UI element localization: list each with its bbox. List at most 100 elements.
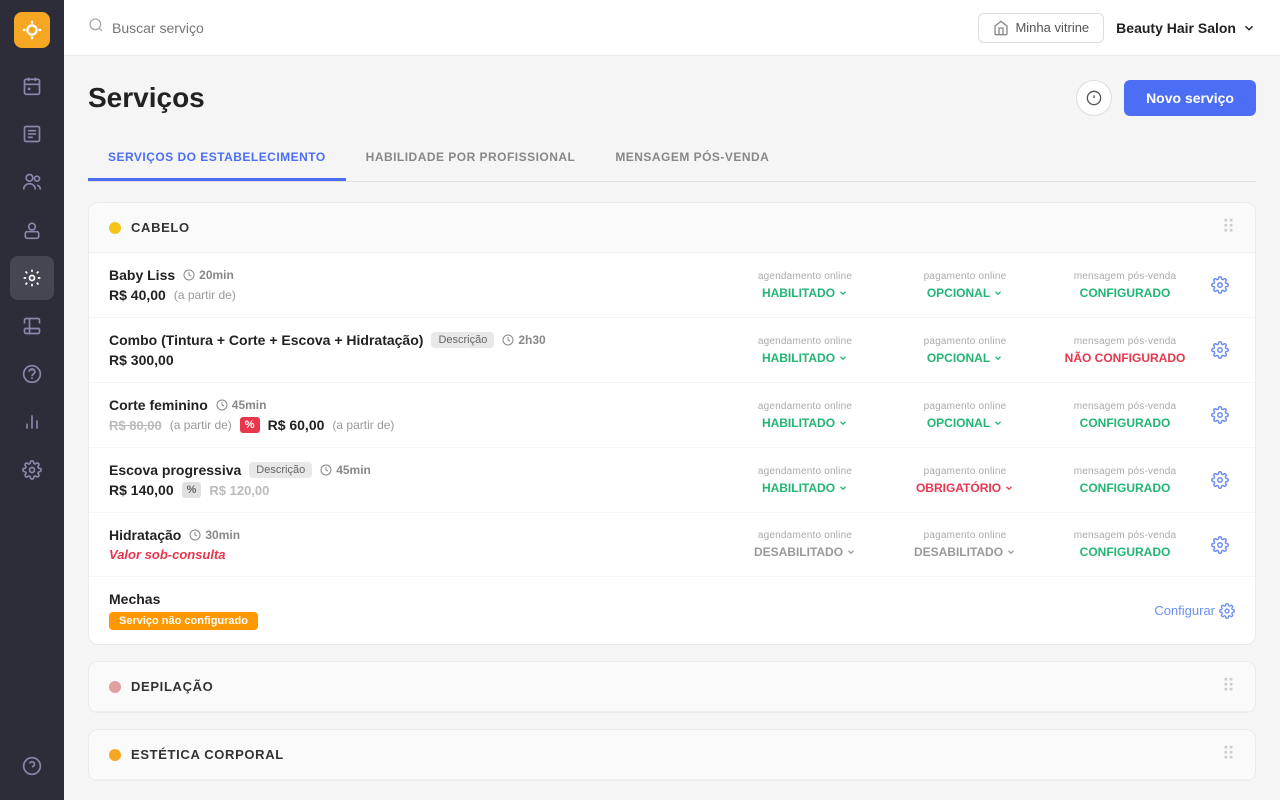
- meta-pagamento-hidratacao: pagamento online DESABILITADO: [885, 530, 1045, 559]
- service-name-baby-liss: Baby Liss 20min: [109, 267, 725, 283]
- service-meta-combo: agendamento online HABILITADO pagamento …: [725, 336, 1205, 365]
- agendamento-value-corte-feminino[interactable]: HABILITADO: [725, 416, 885, 430]
- category-title-estetica: ESTÉTICA CORPORAL: [109, 747, 284, 762]
- pagamento-value-combo[interactable]: OPCIONAL: [885, 351, 1045, 365]
- service-left-mechas: Mechas Serviço não configurado: [109, 591, 632, 630]
- category-card-depilacao: DEPILAÇÃO ⠿: [88, 661, 1256, 713]
- tab-mensagem[interactable]: MENSAGEM PÓS-VENDA: [595, 136, 789, 181]
- logo[interactable]: [14, 12, 50, 48]
- percent-badge-escova: %: [182, 482, 202, 498]
- category-header-cabelo: CABELO ⠿: [89, 203, 1255, 253]
- sidebar: [0, 0, 64, 800]
- service-row-baby-liss: Baby Liss 20min R$ 40,00 (a partir de) a…: [89, 253, 1255, 318]
- page-header: Serviços Novo serviço: [88, 56, 1256, 136]
- service-name-mechas: Mechas: [109, 591, 632, 607]
- tabs: SERVIÇOS DO ESTABELECIMENTO HABILIDADE P…: [88, 136, 1256, 182]
- not-configured-badge-mechas: Serviço não configurado: [109, 607, 632, 630]
- service-price-hidratacao: Valor sob-consulta: [109, 547, 725, 562]
- service-name-hidratacao: Hidratação 30min: [109, 527, 725, 543]
- drag-handle-cabelo[interactable]: ⠿: [1222, 217, 1235, 238]
- pagamento-value-escova-progressiva[interactable]: OBRIGATÓRIO: [885, 481, 1045, 495]
- gear-button-baby-liss[interactable]: [1205, 270, 1235, 300]
- mensagem-value-baby-liss: CONFIGURADO: [1045, 286, 1205, 300]
- sidebar-item-stats[interactable]: [10, 400, 54, 444]
- service-duration-corte-feminino: 45min: [216, 398, 267, 412]
- service-meta-hidratacao: agendamento online DESABILITADO pagament…: [725, 530, 1205, 559]
- sidebar-item-settings[interactable]: [10, 448, 54, 492]
- gear-button-hidratacao[interactable]: [1205, 530, 1235, 560]
- vitrine-button[interactable]: Minha vitrine: [978, 13, 1104, 43]
- meta-agendamento-corte-feminino: agendamento online HABILITADO: [725, 401, 885, 430]
- topbar-right: Minha vitrine Beauty Hair Salon: [978, 13, 1256, 43]
- service-row-mechas: Mechas Serviço não configurado Configura…: [89, 577, 1255, 644]
- mensagem-value-corte-feminino: CONFIGURADO: [1045, 416, 1205, 430]
- meta-agendamento-hidratacao: agendamento online DESABILITADO: [725, 530, 885, 559]
- category-dot-estetica: [109, 749, 121, 761]
- sidebar-item-calendar[interactable]: [10, 64, 54, 108]
- meta-pagamento-baby-liss: pagamento online OPCIONAL: [885, 271, 1045, 300]
- main-content: Minha vitrine Beauty Hair Salon Serviços…: [64, 0, 1280, 800]
- search-icon: [88, 17, 104, 38]
- sidebar-item-financial[interactable]: [10, 352, 54, 396]
- gear-button-combo[interactable]: [1205, 335, 1235, 365]
- service-duration-hidratacao: 30min: [189, 528, 240, 542]
- search-wrap: [88, 17, 966, 38]
- topbar: Minha vitrine Beauty Hair Salon: [64, 0, 1280, 56]
- vitrine-label: Minha vitrine: [1015, 20, 1089, 35]
- pagamento-value-baby-liss[interactable]: OPCIONAL: [885, 286, 1045, 300]
- meta-mensagem-combo: mensagem pós-venda NÃO CONFIGURADO: [1045, 336, 1205, 365]
- salon-name[interactable]: Beauty Hair Salon: [1116, 20, 1256, 36]
- drag-handle-depilacao[interactable]: ⠿: [1222, 676, 1235, 697]
- tab-servicos[interactable]: SERVIÇOS DO ESTABELECIMENTO: [88, 136, 346, 181]
- category-dot-depilacao: [109, 681, 121, 693]
- page: Serviços Novo serviço SERVIÇOS DO ESTABE…: [64, 56, 1280, 800]
- service-left-combo: Combo (Tintura + Corte + Escova + Hidrat…: [109, 332, 725, 368]
- service-left-baby-liss: Baby Liss 20min R$ 40,00 (a partir de): [109, 267, 725, 303]
- desc-badge-escova[interactable]: Descrição: [249, 462, 312, 478]
- sidebar-item-reports[interactable]: [10, 112, 54, 156]
- agendamento-value-baby-liss[interactable]: HABILITADO: [725, 286, 885, 300]
- agendamento-value-escova-progressiva[interactable]: HABILITADO: [725, 481, 885, 495]
- pagamento-value-hidratacao[interactable]: DESABILITADO: [885, 545, 1045, 559]
- drag-handle-estetica[interactable]: ⠿: [1222, 744, 1235, 765]
- service-price-escova-progressiva: R$ 140,00 % R$ 120,00: [109, 482, 725, 498]
- info-button[interactable]: [1076, 80, 1112, 116]
- category-card-cabelo: CABELO ⠿ Baby Liss 20min R$ 40,00: [88, 202, 1256, 645]
- sidebar-item-clients[interactable]: [10, 160, 54, 204]
- service-left-hidratacao: Hidratação 30min Valor sob-consulta: [109, 527, 725, 562]
- category-name-depilacao: DEPILAÇÃO: [131, 679, 213, 694]
- agendamento-value-combo[interactable]: HABILITADO: [725, 351, 885, 365]
- service-left-corte-feminino: Corte feminino 45min R$ 80,00 (a partir …: [109, 397, 725, 433]
- service-price-baby-liss: R$ 40,00 (a partir de): [109, 287, 725, 303]
- meta-mensagem-escova-progressiva: mensagem pós-venda CONFIGURADO: [1045, 466, 1205, 495]
- tab-habilidade[interactable]: HABILIDADE POR PROFISSIONAL: [346, 136, 596, 181]
- salon-name-text: Beauty Hair Salon: [1116, 20, 1236, 36]
- gear-button-escova-progressiva[interactable]: [1205, 465, 1235, 495]
- configurar-link-mechas[interactable]: Configurar: [1154, 603, 1235, 619]
- sidebar-item-services[interactable]: [10, 256, 54, 300]
- novo-servico-button[interactable]: Novo serviço: [1124, 80, 1256, 116]
- gear-button-corte-feminino[interactable]: [1205, 400, 1235, 430]
- pagamento-value-corte-feminino[interactable]: OPCIONAL: [885, 416, 1045, 430]
- mensagem-value-combo: NÃO CONFIGURADO: [1045, 351, 1205, 365]
- category-card-estetica: ESTÉTICA CORPORAL ⠿: [88, 729, 1256, 781]
- category-title-cabelo: CABELO: [109, 220, 190, 235]
- sidebar-item-help[interactable]: [10, 744, 54, 788]
- meta-agendamento-escova-progressiva: agendamento online HABILITADO: [725, 466, 885, 495]
- desc-badge-combo[interactable]: Descrição: [431, 332, 494, 348]
- service-price-corte-feminino: R$ 80,00 (a partir de) % R$ 60,00 (a par…: [109, 417, 725, 433]
- service-duration-escova-progressiva: 45min: [320, 463, 371, 477]
- category-title-depilacao: DEPILAÇÃO: [109, 679, 213, 694]
- service-name-combo: Combo (Tintura + Corte + Escova + Hidrat…: [109, 332, 725, 348]
- service-row-escova-progressiva: Escova progressiva Descrição 45min R$ 14…: [89, 448, 1255, 513]
- category-dot-cabelo: [109, 222, 121, 234]
- service-row-combo: Combo (Tintura + Corte + Escova + Hidrat…: [89, 318, 1255, 383]
- agendamento-value-hidratacao[interactable]: DESABILITADO: [725, 545, 885, 559]
- category-name-cabelo: CABELO: [131, 220, 190, 235]
- sidebar-item-professionals[interactable]: [10, 208, 54, 252]
- sidebar-item-products[interactable]: [10, 304, 54, 348]
- search-input[interactable]: [112, 20, 352, 36]
- page-title: Serviços: [88, 82, 205, 114]
- category-name-estetica: ESTÉTICA CORPORAL: [131, 747, 284, 762]
- service-meta-corte-feminino: agendamento online HABILITADO pagamento …: [725, 401, 1205, 430]
